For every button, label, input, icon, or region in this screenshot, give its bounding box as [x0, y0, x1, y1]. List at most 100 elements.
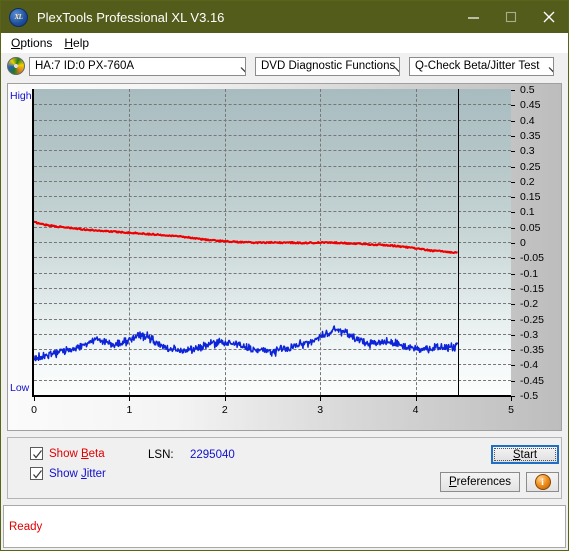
y-axis-tick-label: -0.05: [520, 252, 544, 265]
show-jitter-label: Show Jitter: [49, 467, 106, 480]
x-axis-tick-label: 3: [317, 404, 324, 416]
x-axis-tick: [415, 397, 417, 401]
menu-item-options-label: ptions: [20, 36, 53, 50]
y-axis-tick-label: -0.1: [520, 267, 539, 280]
series-show-jitter: [34, 325, 459, 362]
x-axis-tick-label: 4: [412, 404, 419, 416]
y-axis-tick-label: 0: [520, 237, 526, 249]
start-button[interactable]: Start: [491, 445, 559, 464]
y-axis-tick: [511, 90, 515, 91]
chart-traces: [34, 220, 459, 362]
y-axis-tick-label: 0.15: [520, 191, 541, 204]
y-axis-tick-label: 0.35: [520, 129, 541, 142]
y-axis-tick-label: -0.15: [520, 282, 544, 295]
y-axis-labels: 0.5 0.45 0.4 0.35 0.3 0.25 0.2 0.15 0.1 0.05 0 -0.0…: [515, 84, 555, 402]
y-axis-tick: [511, 258, 515, 260]
axis-label-low: Low: [10, 382, 30, 394]
device-select-value: HA:7 ID:0 PX-760A: [35, 60, 135, 72]
controls-panel: Show Beta Show Jitter LSN: 2295040 Start…: [7, 437, 562, 499]
window-controls: [454, 1, 568, 33]
cursor-line[interactable]: [457, 89, 459, 395]
preferences-button[interactable]: Preferences: [440, 472, 520, 492]
y-axis-tick-label: 0.25: [520, 160, 541, 173]
y-axis-tick: [511, 243, 515, 244]
close-icon[interactable]: [530, 1, 568, 33]
menu-item-help[interactable]: Help: [60, 35, 97, 51]
graph-panel: High Low 0.5 0.45 0.4 0.35 0.3 0.25 0.2 0.15 0.1…: [7, 83, 562, 431]
maximize-icon[interactable]: [492, 1, 530, 33]
info-button[interactable]: i: [526, 472, 559, 492]
x-axis-labels: 0 1 2 3 4 5: [8, 402, 561, 418]
x-axis-tick: [34, 397, 35, 401]
y-axis-tick: [511, 319, 515, 321]
preferences-button-label: Preferences: [448, 476, 511, 488]
y-axis-tick-label: 0.1: [520, 206, 535, 219]
function-select[interactable]: DVD Diagnostic Functions: [255, 56, 400, 76]
y-axis-tick: [511, 166, 515, 168]
y-axis-tick: [511, 334, 515, 336]
x-axis-tick-label: 0: [31, 404, 37, 416]
y-axis-tick-label: -0.45: [520, 374, 544, 387]
minimize-icon[interactable]: [454, 1, 492, 33]
x-axis-tick-label: 2: [221, 404, 228, 416]
show-jitter-row[interactable]: Show Jitter: [30, 467, 106, 480]
y-axis-tick-label: -0.2: [520, 298, 539, 311]
device-select[interactable]: HA:7 ID:0 PX-760A: [29, 56, 246, 76]
menu-item-help-label: elp: [73, 36, 90, 50]
y-axis-tick: [511, 135, 515, 137]
titlebar: XL PlexTools Professional XL V3.16: [1, 1, 568, 33]
y-axis-tick-label: -0.35: [520, 344, 544, 357]
y-axis-tick-label: -0.4: [520, 359, 539, 372]
x-axis-tick: [320, 397, 322, 401]
plextools-window: XL PlexTools Professional XL V3.16 Optio…: [0, 0, 569, 551]
y-axis-tick: [511, 151, 515, 153]
y-axis-tick: [511, 212, 515, 214]
y-axis-tick-label: 0.5: [520, 84, 535, 96]
lsn-value: 2295040: [190, 449, 235, 461]
y-axis-tick-label: 0.45: [520, 99, 541, 112]
y-axis-tick: [511, 304, 515, 306]
y-axis-tick: [511, 120, 515, 122]
show-beta-row[interactable]: Show Beta: [30, 447, 105, 460]
statusbar: Ready: [3, 505, 566, 548]
y-axis-tick: [511, 380, 515, 382]
function-select-value: DVD Diagnostic Functions: [261, 60, 396, 72]
y-axis-tick: [511, 227, 515, 229]
x-axis-tick-label: 5: [508, 404, 514, 416]
y-axis-tick-label: -0.25: [520, 313, 544, 326]
y-axis-tick-label: 0.05: [520, 221, 541, 234]
test-select-value: Q-Check Beta/Jitter Test: [415, 60, 540, 72]
y-axis-tick: [511, 365, 515, 367]
series-show-beta: [34, 220, 458, 255]
x-axis-tick-label: 1: [126, 404, 133, 416]
window-title: PlexTools Professional XL V3.16: [37, 9, 225, 25]
y-axis-tick: [511, 181, 515, 183]
y-axis-tick: [511, 350, 515, 352]
show-beta-label: Show Beta: [49, 447, 105, 460]
show-beta-checkbox[interactable]: [30, 447, 43, 460]
disc-drive-icon: [7, 57, 25, 75]
y-axis-tick-label: 0.2: [520, 175, 535, 188]
y-axis-tick-label: 0.3: [520, 145, 535, 158]
start-button-label: Start: [494, 448, 556, 461]
info-icon: i: [534, 474, 551, 490]
test-select[interactable]: Q-Check Beta/Jitter Test: [409, 56, 554, 76]
plot-area[interactable]: [32, 89, 511, 397]
y-axis-tick-label: -0.3: [520, 328, 539, 341]
y-axis-tick: [511, 273, 515, 275]
x-axis-tick: [129, 397, 131, 401]
x-axis-tick: [511, 397, 512, 401]
show-jitter-checkbox[interactable]: [30, 467, 43, 480]
x-axis-tick: [224, 397, 226, 401]
lsn-label: LSN:: [148, 449, 174, 461]
menubar: Options Help: [1, 33, 568, 53]
y-axis-tick: [511, 105, 515, 107]
status-text: Ready: [9, 520, 43, 533]
menu-item-options[interactable]: Options: [7, 35, 60, 51]
xl-logo-icon: XL: [9, 7, 28, 27]
toolbar: HA:7 ID:0 PX-760A DVD Diagnostic Functio…: [1, 53, 568, 79]
y-axis-tick: [511, 288, 515, 290]
y-axis-tick-label: -0.5: [520, 390, 539, 402]
axis-label-high: High: [10, 90, 32, 102]
y-axis-tick-label: 0.4: [520, 114, 535, 127]
